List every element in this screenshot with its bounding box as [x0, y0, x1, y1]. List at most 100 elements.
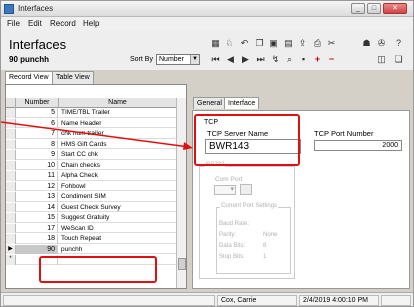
page-title: Interfaces [9, 37, 67, 52]
table-icon[interactable]: ▤ [284, 39, 293, 48]
stop-bits-value: 1 [263, 254, 267, 260]
highlight-tcp-server [194, 114, 300, 166]
menu-help[interactable]: Help [83, 19, 99, 28]
data-bits-value: 8 [263, 243, 267, 249]
table-row[interactable]: 18 Touch Repeat [6, 234, 176, 244]
baud-rate-label: Baud Rate: [219, 221, 250, 227]
tab-general[interactable]: General [193, 97, 226, 109]
settings-icon[interactable]: ✇ [377, 39, 386, 48]
row-number: 12 [16, 181, 58, 191]
com-port-button[interactable] [240, 184, 252, 195]
arrow-line [1, 121, 190, 148]
close-button[interactable]: ✕ [383, 3, 407, 14]
minimize-button[interactable]: _ [351, 3, 365, 14]
row-name: Condiment SIM [61, 193, 106, 200]
module-header: Interfaces 90 punchh Sort By Number ▼ ▦ … [1, 30, 413, 70]
row-name: Alpha Check [61, 172, 98, 179]
export-icon[interactable]: ⇪ [298, 39, 307, 48]
row-indicator [6, 223, 16, 233]
row-number: 15 [16, 213, 58, 223]
sort-by-label: Sort By [130, 56, 153, 63]
status-datetime: 2/4/2019 4:00:10 PM [299, 295, 379, 306]
app-icon [4, 4, 14, 14]
tcp-port-field[interactable]: 2000 [314, 140, 402, 151]
row-name: Suggest Gratuity [61, 214, 110, 221]
sort-by-select[interactable]: Number ▼ [156, 54, 200, 65]
tab-record-view[interactable]: Record View [5, 71, 53, 85]
status-bar: Cox, Carrie 2/4/2019 4:00:10 PM [1, 292, 413, 306]
row-indicator-header [6, 98, 16, 108]
port-settings-group: Current Port Settings Baud Rate: Parity:… [216, 203, 291, 274]
table-row-selected[interactable]: ▶ 90 punchh [6, 244, 176, 254]
paste-icon[interactable]: ▣ [269, 39, 278, 48]
title-bar: Interfaces _ □ ✕ [1, 1, 413, 17]
table-row[interactable]: 14 Guest Check Survey [6, 202, 176, 212]
previous-record-icon[interactable]: ◀ [226, 55, 235, 64]
parity-value: None [263, 232, 278, 238]
table-row[interactable]: 11 Alpha Check [6, 171, 176, 181]
copy-icon[interactable]: ❐ [255, 39, 264, 48]
row-name: WeScan ID [61, 224, 94, 232]
table-row[interactable]: 15 Suggest Gratuity [6, 213, 176, 223]
com-port-select[interactable] [214, 185, 236, 195]
table-row[interactable]: 17 WeScan ID [6, 223, 176, 233]
row-indicator [6, 202, 16, 212]
row-number: 11 [16, 171, 58, 181]
row-name: Chain checks [61, 161, 101, 169]
window-icon[interactable]: ❏ [394, 55, 403, 64]
tab-table-view[interactable]: Table View [52, 71, 94, 84]
row-indicator [6, 213, 16, 223]
last-record-icon[interactable]: ⏭ [256, 55, 265, 64]
column-header-number[interactable]: Number [16, 98, 59, 108]
grid-header: Number Name [6, 98, 176, 108]
row-number: 17 [16, 223, 58, 233]
status-extra [381, 295, 411, 306]
row-indicator [6, 192, 16, 202]
status-message [3, 295, 215, 306]
row-name: Fohbowl [61, 182, 86, 190]
add-icon[interactable]: + [313, 55, 322, 64]
row-name: Touch Repeat [61, 235, 102, 242]
grid-icon[interactable]: ▦ [211, 39, 220, 48]
binoculars-icon[interactable]: ♘ [225, 39, 234, 48]
cut-icon[interactable]: ✂ [327, 39, 336, 48]
help-icon[interactable]: ? [394, 39, 403, 48]
current-record: 90 punchh [9, 55, 50, 64]
print-icon[interactable]: ⎙ [313, 39, 322, 48]
search-icon[interactable]: ⌕ [285, 55, 294, 64]
status-user: Cox, Carrie [217, 295, 297, 306]
stop-bits-label: Stop Bits: [219, 254, 245, 260]
menu-file[interactable]: File [7, 19, 20, 28]
maximize-button[interactable]: □ [367, 3, 381, 14]
tcp-port-label: TCP Port Number [314, 129, 374, 138]
first-record-icon[interactable]: ⏮ [211, 55, 220, 64]
tab-interface[interactable]: Interface [224, 97, 260, 109]
find-icon[interactable]: ☗ [362, 39, 371, 48]
row-indicator [6, 160, 16, 170]
save-icon[interactable]: ▪ [299, 55, 308, 64]
table-row[interactable]: 12 Fohbowl [6, 181, 176, 191]
table-row[interactable]: 13 Condiment SIM [6, 192, 176, 202]
sort-by-value: Number [159, 56, 184, 63]
chevron-down-icon: ▼ [190, 55, 199, 64]
table-row[interactable]: 10 Chain checks [6, 160, 176, 170]
scrollbar-thumb[interactable] [178, 258, 186, 270]
menu-edit[interactable]: Edit [28, 19, 42, 28]
next-record-icon[interactable]: ▶ [241, 55, 250, 64]
annotation-arrow [1, 121, 193, 150]
undo-icon[interactable]: ↶ [240, 39, 249, 48]
layout-icon[interactable]: ◫ [377, 55, 386, 64]
row-number: 18 [16, 234, 58, 244]
row-number: 14 [16, 202, 58, 212]
row-name: punchh [61, 245, 83, 253]
row-indicator [6, 171, 16, 181]
delete-icon[interactable]: − [327, 55, 336, 64]
menu-record[interactable]: Record [50, 19, 76, 28]
parity-label: Parity: [219, 232, 237, 238]
jump-icon[interactable]: ↯ [271, 55, 280, 64]
port-settings-label: Current Port Settings [220, 203, 279, 209]
highlight-punchh-row [39, 256, 157, 283]
row-number: 10 [16, 160, 58, 170]
row-number: 13 [16, 192, 58, 202]
column-header-name[interactable]: Name [59, 98, 176, 108]
